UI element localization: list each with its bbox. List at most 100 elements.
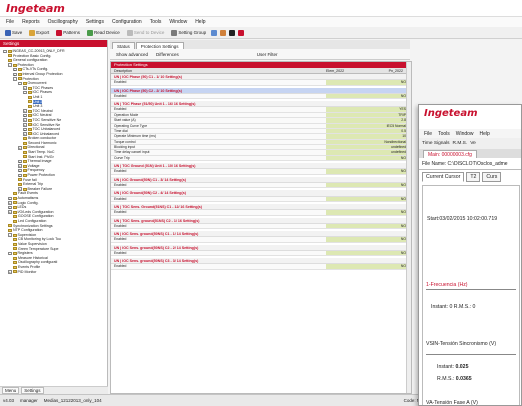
setting-value[interactable]: TRIP	[361, 112, 409, 118]
send-to-device-button[interactable]: Send to Device	[125, 29, 167, 36]
expand-icon[interactable]: +	[23, 123, 27, 127]
expand-icon[interactable]: +	[23, 109, 27, 113]
user-filter-button[interactable]: User Filter	[257, 52, 278, 57]
show-advanced-button[interactable]: Show advanced	[116, 52, 148, 57]
setting-value[interactable]: undefined	[361, 150, 409, 155]
expand-icon[interactable]: +	[13, 72, 17, 77]
menu-oscillography[interactable]: Oscillography	[48, 19, 78, 25]
setting-value[interactable]	[326, 118, 361, 123]
expand-icon[interactable]: +	[8, 196, 12, 201]
time-signals-button[interactable]: Time Signals	[422, 141, 450, 146]
setting-value[interactable]	[326, 250, 361, 256]
setting-value[interactable]	[326, 264, 361, 269]
tab-protection-settings[interactable]: Protection Settings	[135, 42, 184, 49]
setting-value[interactable]: NO	[361, 80, 409, 85]
expand-icon[interactable]: +	[23, 86, 27, 90]
grid-icon[interactable]	[211, 29, 218, 36]
expand-icon[interactable]: +	[23, 127, 27, 132]
collapse-icon[interactable]: -	[8, 233, 12, 237]
stop-icon[interactable]	[238, 29, 245, 36]
setting-value[interactable]: NO	[361, 183, 409, 188]
collapse-icon[interactable]: -	[8, 251, 12, 256]
expand-icon[interactable]: +	[13, 67, 17, 72]
setting-value[interactable]: NO	[361, 169, 409, 174]
expand-icon[interactable]: +	[18, 164, 22, 168]
setting-value[interactable]: YES	[361, 107, 409, 112]
tab-t2[interactable]: T2	[466, 172, 481, 182]
collapse-icon[interactable]: -	[8, 63, 12, 67]
expand-icon[interactable]: +	[18, 187, 22, 191]
tab-curs[interactable]: Curs	[482, 172, 502, 182]
collapse-icon[interactable]: -	[3, 49, 7, 54]
setting-value[interactable]	[326, 169, 361, 174]
save-button[interactable]: Save	[3, 29, 24, 36]
expand-icon[interactable]: +	[8, 205, 12, 210]
setting-value[interactable]	[326, 223, 361, 229]
tree-item[interactable]: + PID Monitor	[3, 270, 107, 275]
setting-value[interactable]: NO	[361, 264, 409, 269]
expand-icon[interactable]: +	[8, 210, 12, 214]
expand-icon[interactable]: +	[8, 201, 12, 205]
tab-settings[interactable]: Settings	[21, 387, 44, 394]
menu-file[interactable]: File	[6, 19, 14, 25]
setting-value[interactable]: IEC5 Normal	[361, 123, 409, 128]
menu-window[interactable]: Window	[169, 19, 187, 25]
setting-value[interactable]: NO	[361, 93, 409, 99]
differences-button[interactable]: Differences	[156, 52, 179, 57]
setting-value[interactable]: 10	[361, 134, 409, 139]
expand-icon[interactable]: +	[8, 270, 12, 274]
patterns-button[interactable]: Patterns	[54, 29, 82, 36]
setting-value[interactable]	[326, 155, 361, 161]
setting-value[interactable]: NO	[361, 250, 409, 256]
expand-icon[interactable]: +	[23, 118, 27, 122]
setting-value[interactable]: NO	[361, 223, 409, 229]
setting-value[interactable]: 2.8	[361, 118, 409, 123]
ve-button[interactable]: Ve	[470, 141, 476, 146]
menu-tools[interactable]: Tools	[150, 19, 162, 25]
setting-value[interactable]	[326, 107, 361, 112]
collapse-icon[interactable]: -	[13, 77, 17, 81]
tab-main-cfg[interactable]: Main: 00000003.cfg	[423, 150, 477, 158]
setting-value[interactable]	[326, 134, 361, 139]
expand-icon[interactable]: +	[18, 173, 22, 178]
expand-icon[interactable]: +	[23, 132, 27, 136]
setting-value[interactable]: undefined	[361, 145, 409, 150]
setting-value[interactable]	[326, 80, 361, 85]
chart-icon[interactable]	[220, 29, 227, 36]
menu-reports[interactable]: Reports	[22, 19, 40, 25]
setting-value[interactable]	[326, 237, 361, 242]
viewer-menu-file[interactable]: File	[424, 131, 432, 137]
setting-value[interactable]	[326, 145, 361, 150]
setting-value[interactable]: NO	[361, 155, 409, 161]
setting-group-button[interactable]: Setting Group	[169, 29, 208, 36]
setting-value[interactable]: Nondirectional	[361, 139, 409, 145]
setting-value[interactable]	[326, 196, 361, 201]
menu-configuration[interactable]: Configuration	[112, 19, 142, 25]
expand-icon[interactable]: +	[18, 168, 22, 173]
expand-icon[interactable]: +	[18, 159, 22, 164]
info-icon[interactable]	[229, 29, 236, 36]
setting-value[interactable]	[326, 112, 361, 118]
setting-value[interactable]	[326, 150, 361, 155]
setting-value[interactable]	[326, 93, 361, 99]
expand-icon[interactable]: +	[23, 113, 27, 118]
read-device-button[interactable]: Read Device	[85, 29, 122, 36]
collapse-icon[interactable]: -	[18, 81, 22, 86]
tab-menu[interactable]: Menu	[2, 387, 20, 394]
setting-value[interactable]: NO	[361, 196, 409, 201]
setting-value[interactable]: NO	[361, 237, 409, 242]
setting-value[interactable]	[326, 183, 361, 188]
viewer-menu-help[interactable]: Help	[480, 131, 490, 137]
expand-icon[interactable]: +	[18, 146, 22, 150]
tab-status[interactable]: Status	[112, 42, 135, 49]
setting-value[interactable]	[326, 128, 361, 134]
menu-help[interactable]: Help	[195, 19, 205, 25]
collapse-icon[interactable]: -	[23, 90, 27, 95]
menu-settings[interactable]: Settings	[86, 19, 104, 25]
setting-value[interactable]	[326, 139, 361, 145]
export-button[interactable]: Export	[27, 29, 51, 36]
vertical-scrollbar[interactable]	[406, 62, 411, 393]
viewer-menu-tools[interactable]: Tools	[438, 131, 450, 137]
setting-value[interactable]	[326, 210, 361, 215]
setting-value[interactable]: NO	[361, 210, 409, 215]
